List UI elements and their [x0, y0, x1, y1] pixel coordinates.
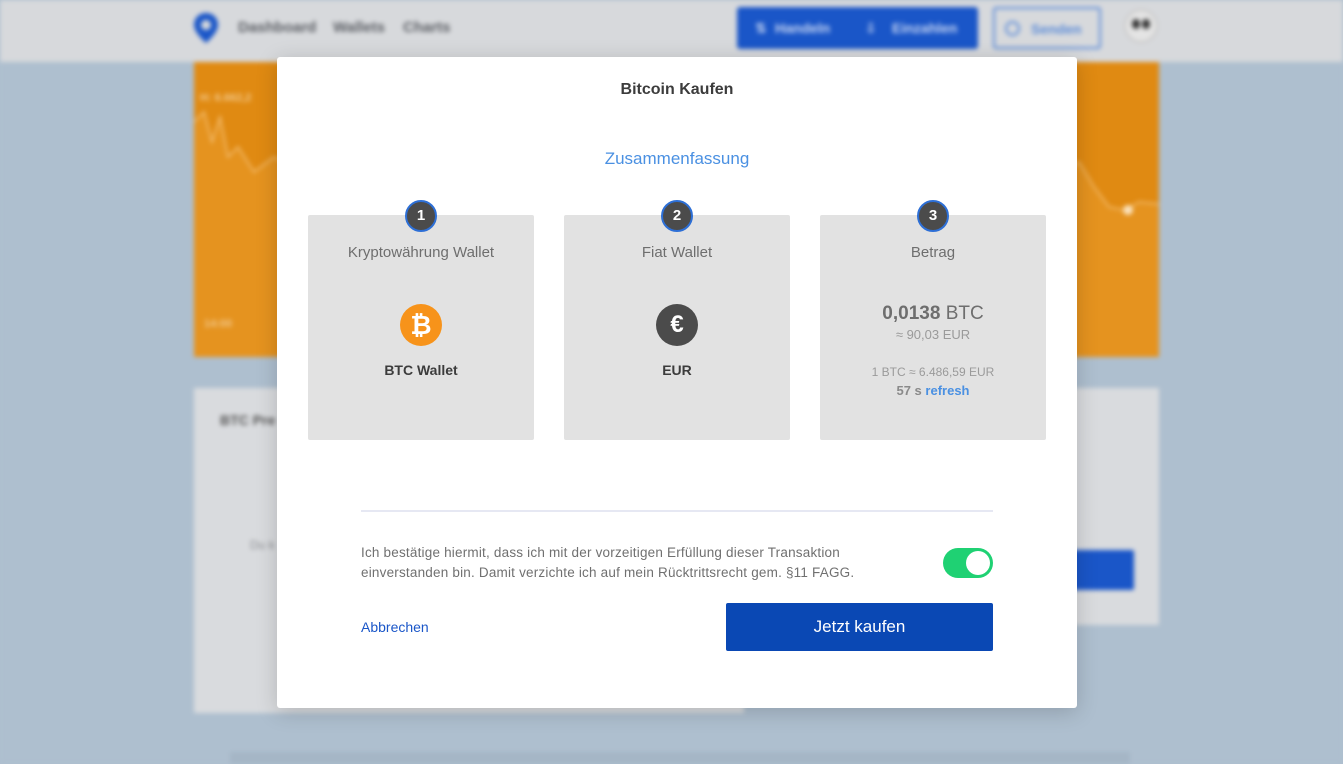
fiat-equivalent: ≈ 90,03 EUR: [895, 327, 971, 342]
divider: [361, 510, 993, 512]
chart-high-label: H: 6.662,2: [200, 92, 252, 104]
price-card-text: Du k: [250, 538, 275, 552]
trade-button-label: Handeln: [775, 20, 831, 36]
confirmation-toggle[interactable]: [943, 548, 993, 578]
avatar[interactable]: [1124, 9, 1158, 43]
step-number-badge: 1: [405, 200, 437, 232]
send-button[interactable]: Senden: [993, 7, 1101, 49]
cancel-link[interactable]: Abbrechen: [361, 619, 429, 635]
nav-wallets[interactable]: Wallets: [333, 19, 385, 36]
buy-bitcoin-modal: Bitcoin Kaufen Zusammenfassung 1 Kryptow…: [277, 57, 1077, 708]
step-label: Betrag: [910, 244, 956, 261]
send-button-label: Senden: [1031, 21, 1082, 37]
confirmation-text: Ich bestätige hiermit, dass ich mit der …: [361, 545, 855, 580]
crypto-amount: 0,0138 BTC: [820, 303, 1046, 325]
trade-deposit-button-group[interactable]: ⇅ Handeln ⇩ Einzahlen: [737, 7, 978, 49]
summary-step-crypto-wallet: 1 Kryptowährung Wallet ₿ BTC Wallet: [308, 200, 534, 440]
top-navigation: Dashboard Wallets Charts ⇅ Handeln ⇩ Ein…: [0, 0, 1343, 62]
crypto-amount-value: 0,0138: [882, 303, 941, 324]
euro-icon: €: [656, 304, 698, 346]
price-card-title: BTC Pre: [220, 412, 276, 428]
trade-icon: ⇅: [755, 20, 767, 36]
modal-subtitle: Zusammenfassung: [604, 149, 750, 168]
nav-dashboard[interactable]: Dashboard: [238, 19, 316, 36]
step-label: Kryptowährung Wallet: [347, 244, 495, 261]
nav-charts[interactable]: Charts: [403, 19, 451, 36]
modal-title: Bitcoin Kaufen: [620, 81, 734, 98]
refresh-link[interactable]: refresh: [925, 383, 969, 398]
background-bottom-strip: [230, 752, 1130, 764]
deposit-icon: ⇩: [865, 20, 877, 36]
step-label: Fiat Wallet: [641, 244, 713, 261]
chart-time-label: 14:00: [204, 318, 233, 330]
crypto-amount-unit: BTC: [945, 303, 984, 324]
quote-timer: 57 s refresh: [820, 383, 1046, 398]
bitcoin-icon: ₿: [400, 304, 442, 346]
quote-timer-seconds: 57 s: [896, 383, 922, 398]
fiat-wallet-value: EUR: [662, 362, 692, 378]
buy-now-button[interactable]: Jetzt kaufen: [726, 603, 993, 651]
toggle-knob: [966, 551, 990, 575]
step-number-badge: 2: [661, 200, 693, 232]
crypto-wallet-value: BTC Wallet: [384, 362, 458, 378]
exchange-rate: 1 BTC ≈ 6.486,59 EUR: [871, 365, 995, 379]
summary-step-amount: 3 Betrag 0,0138 BTC ≈ 90,03 EUR 1 BTC ≈ …: [820, 200, 1046, 440]
deposit-button-label: Einzahlen: [892, 20, 958, 36]
logo-icon[interactable]: [193, 12, 219, 44]
step-number-badge: 3: [917, 200, 949, 232]
send-icon: [1005, 21, 1020, 36]
summary-step-fiat-wallet: 2 Fiat Wallet € EUR: [564, 200, 790, 440]
